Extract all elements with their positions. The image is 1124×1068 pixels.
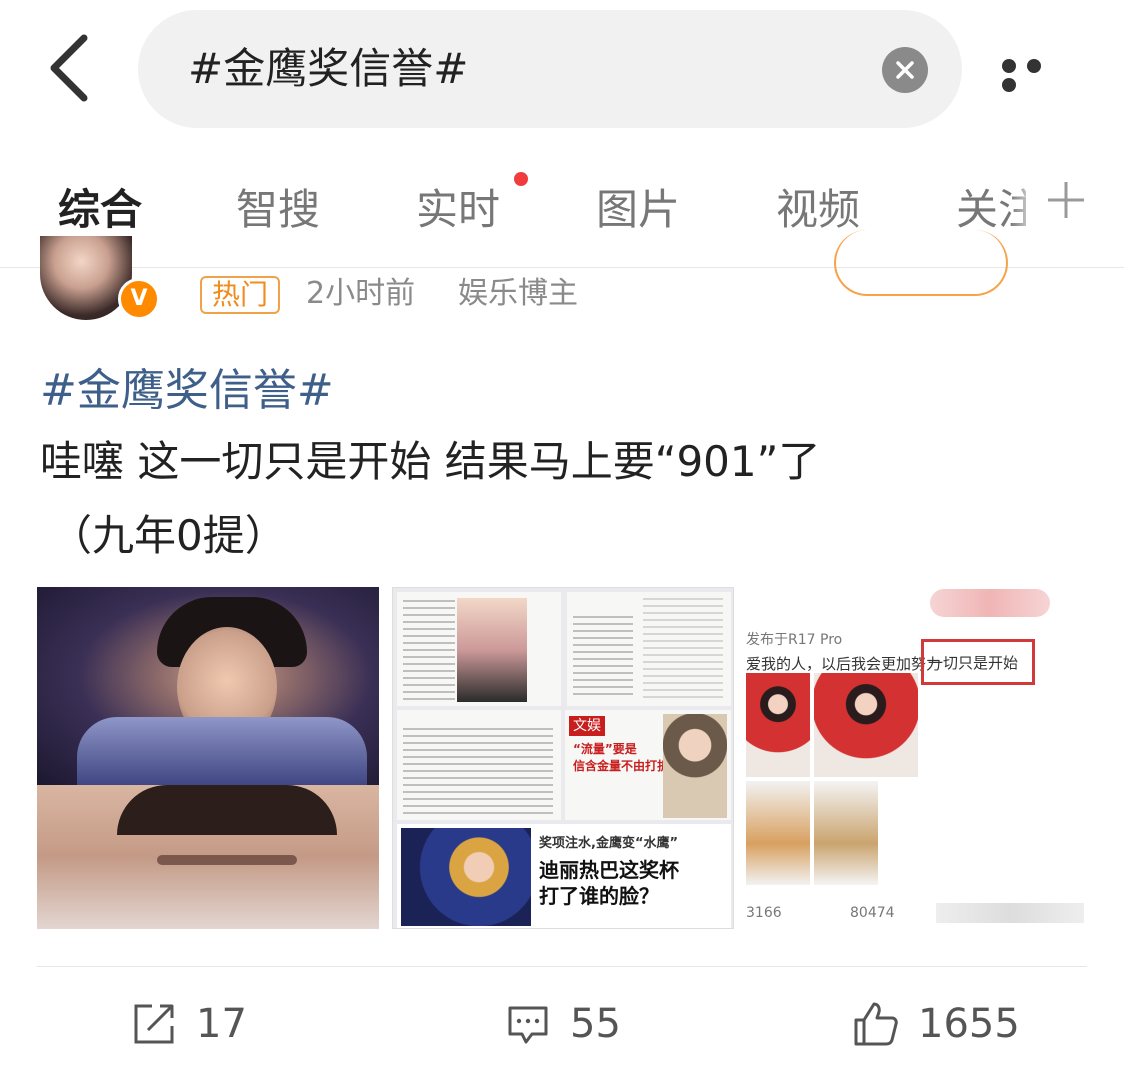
tab-comprehensive[interactable]: 综合 [58,176,142,237]
news-tag: 文娱 [569,716,605,736]
repost-button[interactable]: 17 [130,1000,270,1048]
news-headline-1: 奖项注水,金鹰变“水鹰” [539,836,679,851]
image-count-right: 80474 [850,905,895,921]
search-input[interactable]: #金鹰奖信誉# [138,10,962,128]
author-type: 娱乐博主 [458,276,578,311]
post-hashtag[interactable]: #金鹰奖信誉# [40,354,334,418]
repost-count: 17 [196,1001,247,1047]
like-button[interactable]: 1655 [852,1000,1032,1048]
tab-fade [1010,150,1040,267]
avatar[interactable] [40,236,132,320]
tab-images[interactable]: 图片 [596,176,680,237]
hot-tag: 热门 [200,276,281,314]
weibo-line: 爱我的人，以后我会更加努力 [746,655,942,673]
comment-icon [508,1006,548,1044]
tab-smart-search[interactable]: 智搜 [236,176,320,237]
top-bar: #金鹰奖信誉# [0,0,1124,140]
search-query: #金鹰奖信誉# [188,44,469,93]
post-text-line1: 哇噻 这一切只是开始 结果马上要“901”了 [40,437,821,486]
clear-icon[interactable] [882,47,928,93]
back-icon[interactable] [40,30,100,106]
tab-realtime[interactable]: 实时 [416,176,500,237]
post-time: 2小时前 [306,276,416,311]
post-image-2[interactable]: 文娱 “流量”要是 信含金量不由打折 奖项注水,金鹰变“水鹰” 迪丽热巴这奖杯 … [392,587,734,929]
verified-badge: V [118,278,160,320]
comment-button[interactable]: 55 [504,1000,644,1048]
repost-icon [134,1004,174,1044]
news-subheadline: “流量”要是 信含金量不由打折 [573,742,670,773]
device-label: 发布于R17 Pro [746,632,843,648]
comment-count: 55 [570,1001,621,1047]
more-icon[interactable] [1002,58,1074,92]
notification-dot [514,172,528,186]
news-headline-2: 迪丽热巴这奖杯 [539,858,679,882]
like-count: 1655 [918,1001,1020,1047]
divider [37,966,1087,967]
follow-button[interactable] [834,230,1008,296]
post-image-3[interactable]: 发布于R17 Pro 爱我的人，以后我会更加努力 一切只是开始 3166 804… [746,587,1088,929]
post-text-line2: （九年0提） [50,511,287,560]
thumbs-up-icon [854,1002,898,1046]
post-image-1[interactable] [37,587,379,929]
plus-icon[interactable] [1042,176,1090,224]
highlight-text: 一切只是开始 [928,654,1019,672]
tab-videos[interactable]: 视频 [776,176,860,237]
image-count-left: 3166 [746,905,782,921]
highlight-frame: 一切只是开始 [921,639,1035,685]
news-headline-3: 打了谁的脸？ [539,884,659,908]
